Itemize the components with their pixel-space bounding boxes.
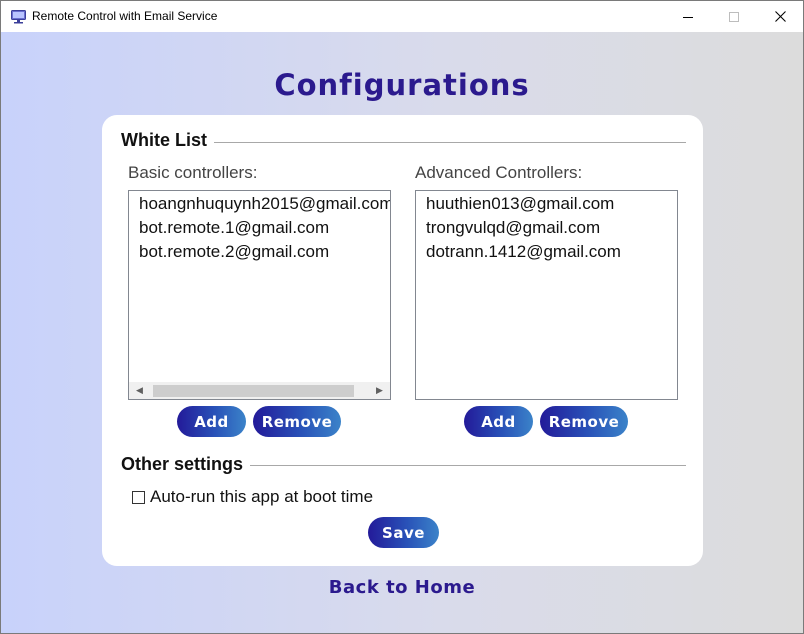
list-item[interactable]: trongvulqd@gmail.com <box>426 218 600 238</box>
list-item[interactable]: dotrann.1412@gmail.com <box>426 242 621 262</box>
basic-add-button[interactable]: Add <box>177 406 246 437</box>
minimize-icon <box>683 16 693 18</box>
advanced-add-button[interactable]: Add <box>464 406 533 437</box>
autorun-label[interactable]: Auto-run this app at boot time <box>150 487 373 507</box>
title-bar: Remote Control with Email Service <box>1 1 803 32</box>
window-title: Remote Control with Email Service <box>32 9 218 23</box>
white-list-divider <box>214 142 686 143</box>
other-settings-divider <box>250 465 686 466</box>
scrollbar-thumb[interactable] <box>153 385 354 397</box>
other-settings-heading: Other settings <box>121 454 244 474</box>
minimize-button[interactable] <box>665 1 711 32</box>
monitor-icon <box>11 9 26 24</box>
maximize-button[interactable] <box>711 1 757 32</box>
back-to-home-link[interactable]: Back to Home <box>1 577 803 598</box>
scroll-left-icon[interactable]: ◀ <box>131 382 148 399</box>
client-area: Configurations White List Basic controll… <box>1 32 803 633</box>
close-button[interactable] <box>757 1 803 32</box>
autorun-checkbox[interactable] <box>132 491 145 504</box>
basic-controllers-label: Basic controllers: <box>128 163 258 182</box>
save-button[interactable]: Save <box>368 517 439 548</box>
app-window: Remote Control with Email Service Config… <box>0 0 804 634</box>
white-list-heading: White List <box>121 130 207 150</box>
basic-remove-button[interactable]: Remove <box>253 406 341 437</box>
maximize-icon <box>729 11 739 22</box>
list-item[interactable]: bot.remote.1@gmail.com <box>139 218 329 238</box>
page-title: Configurations <box>274 68 530 102</box>
advanced-remove-button[interactable]: Remove <box>540 406 628 437</box>
list-item[interactable]: hoangnhuquynh2015@gmail.com <box>139 194 390 214</box>
list-item[interactable]: bot.remote.2@gmail.com <box>139 242 329 262</box>
horizontal-scrollbar[interactable]: ◀ ▶ <box>129 382 390 399</box>
scroll-right-icon[interactable]: ▶ <box>371 382 388 399</box>
settings-card: White List Basic controllers: hoangnhuqu… <box>102 115 703 566</box>
advanced-controllers-list[interactable]: huuthien013@gmail.com trongvulqd@gmail.c… <box>415 190 678 400</box>
list-item[interactable]: huuthien013@gmail.com <box>426 194 614 214</box>
basic-controllers-list[interactable]: hoangnhuquynh2015@gmail.com bot.remote.1… <box>128 190 391 400</box>
close-icon <box>774 11 786 22</box>
advanced-controllers-label: Advanced Controllers: <box>415 163 583 182</box>
